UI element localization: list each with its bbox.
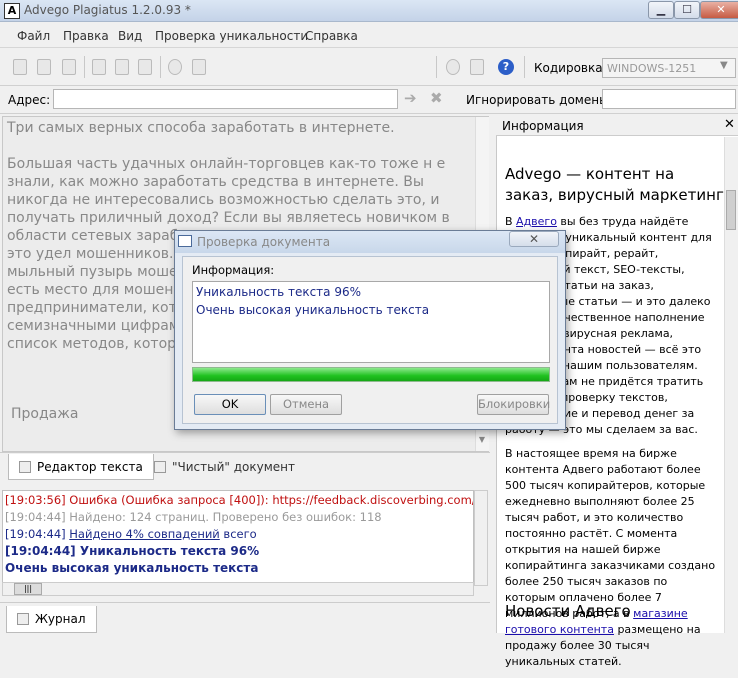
scroll-down-icon[interactable]: ▼ bbox=[475, 435, 489, 449]
clear-x-icon[interactable]: ✖ bbox=[430, 89, 443, 107]
log-text: Очень высокая уникальность текста bbox=[5, 561, 259, 575]
blocks-button[interactable]: Блокировки bbox=[477, 394, 550, 415]
dialog-result-line: Уникальность текста 96% bbox=[196, 285, 362, 299]
scroll-thumb[interactable] bbox=[726, 190, 736, 230]
menu-help[interactable]: Справка bbox=[305, 29, 358, 43]
encoding-label: Кодировка: bbox=[534, 61, 607, 75]
toolbar-separator bbox=[524, 56, 525, 78]
check-uniqueness-icon[interactable] bbox=[168, 59, 182, 75]
menu-view[interactable]: Вид bbox=[118, 29, 142, 43]
lock-icon[interactable] bbox=[470, 59, 484, 75]
log-line: [19:04:44] Уникальность текста 96% bbox=[5, 544, 259, 558]
ignore-domains-label: Игнорировать домены: bbox=[466, 93, 613, 107]
window-title: Advego Plagiatus 1.2.0.93 * bbox=[24, 3, 191, 17]
cancel-button[interactable]: Отмена bbox=[270, 394, 342, 415]
log-horizontal-scrollbar[interactable] bbox=[2, 582, 474, 596]
log-text: Уникальность текста 96% bbox=[75, 544, 260, 558]
log-vertical-scrollbar[interactable] bbox=[474, 490, 488, 586]
editor-tab-bar: Редактор текста "Чистый" документ bbox=[0, 452, 490, 482]
tab-journal[interactable]: Журнал bbox=[6, 606, 97, 633]
app-logo-icon: A bbox=[4, 3, 20, 19]
info-panel-title: Информация bbox=[502, 119, 584, 133]
text: В настоящее время на бирже контента Адве… bbox=[505, 447, 716, 620]
log-line: [19:04:44] Найдено 4% совпадений всего bbox=[5, 527, 257, 541]
advego-link[interactable]: Адвего bbox=[516, 215, 557, 228]
toolbar-separator bbox=[84, 56, 85, 78]
log-text: Найдено: 124 страниц. Проверено без ошиб… bbox=[65, 510, 382, 524]
toolbar-separator bbox=[160, 56, 161, 78]
save-icon[interactable] bbox=[62, 59, 76, 75]
deep-check-icon[interactable] bbox=[192, 59, 206, 75]
dialog-info-label: Информация: bbox=[192, 263, 275, 277]
open-html-icon[interactable] bbox=[37, 59, 51, 75]
text: В bbox=[505, 215, 517, 228]
paste-icon[interactable] bbox=[138, 59, 152, 75]
close-window-button[interactable]: ✕ bbox=[700, 1, 738, 19]
log-timestamp: [19:04:44] bbox=[5, 544, 76, 558]
settings-gear-icon[interactable] bbox=[446, 59, 460, 75]
log-line: Очень высокая уникальность текста bbox=[5, 561, 258, 575]
info-heading: Advego — контент на заказ, вирусный марк… bbox=[505, 165, 724, 204]
dialog-result-line: Очень высокая уникальность текста bbox=[196, 303, 430, 317]
tab-text-editor[interactable]: Редактор текста bbox=[8, 454, 154, 480]
copy-icon[interactable] bbox=[115, 59, 129, 75]
log-timestamp: [19:03:56] bbox=[5, 493, 66, 507]
log-line: [19:03:56] Ошибка (Ошибка запроса [400])… bbox=[5, 493, 474, 507]
matches-link[interactable]: Найдено 4% совпадений bbox=[69, 527, 220, 541]
menu-edit[interactable]: Правка bbox=[63, 29, 109, 43]
log-text: Ошибка (Ошибка запроса [400]): https://f… bbox=[65, 493, 474, 507]
editor-paragraph: Три самых верных способа заработать в ин… bbox=[7, 120, 395, 136]
address-input[interactable] bbox=[53, 89, 398, 109]
journal-icon bbox=[17, 613, 29, 625]
encoding-select[interactable]: WINDOWS-1251 bbox=[602, 58, 736, 78]
info-news-heading: Новости Адвего bbox=[505, 602, 631, 620]
menu-uniqueness-check[interactable]: Проверка уникальности bbox=[155, 29, 308, 43]
menu-bar: Файл Правка Вид Проверка уникальности Сп… bbox=[0, 22, 738, 48]
log-timestamp: [19:04:44] bbox=[5, 510, 66, 524]
address-label: Адрес: bbox=[8, 93, 51, 107]
log-text: всего bbox=[219, 527, 257, 541]
brush-icon bbox=[154, 461, 166, 473]
window-icon bbox=[178, 235, 192, 247]
editor-paragraph: Продажа bbox=[11, 406, 79, 422]
tab-label: Редактор текста bbox=[37, 460, 143, 474]
cut-icon[interactable] bbox=[92, 59, 106, 75]
dialog-close-button[interactable]: ✕ bbox=[509, 231, 559, 247]
ok-button[interactable]: OK bbox=[194, 394, 266, 415]
log-line: [19:04:44] Найдено: 124 страниц. Провере… bbox=[5, 510, 382, 524]
chevron-down-icon[interactable]: ▼ bbox=[720, 60, 728, 71]
info-paragraph: В настоящее время на бирже контента Адве… bbox=[505, 446, 717, 670]
maximize-button[interactable]: ☐ bbox=[674, 1, 700, 19]
document-icon bbox=[19, 461, 31, 473]
toolbar-separator bbox=[436, 56, 437, 78]
progress-bar-fill bbox=[193, 368, 549, 381]
ignore-domains-input[interactable] bbox=[602, 89, 736, 109]
dialog-title: Проверка документа bbox=[197, 235, 331, 249]
arrow-right-icon[interactable]: ➔ bbox=[404, 89, 417, 107]
tab-label: Журнал bbox=[35, 612, 86, 626]
tab-label: "Чистый" документ bbox=[172, 460, 295, 474]
menu-file[interactable]: Файл bbox=[17, 29, 50, 43]
new-document-icon[interactable] bbox=[13, 59, 27, 75]
tab-clean-document[interactable]: "Чистый" документ bbox=[144, 454, 305, 480]
log-timestamp: [19:04:44] bbox=[5, 527, 70, 541]
log-panel[interactable]: [19:03:56] Ошибка (Ошибка запроса [400])… bbox=[2, 490, 474, 586]
scroll-thumb[interactable]: ||| bbox=[14, 583, 42, 595]
help-icon[interactable]: ? bbox=[498, 59, 514, 75]
minimize-button[interactable]: ▁ bbox=[648, 1, 674, 19]
close-icon[interactable]: ✕ bbox=[724, 117, 735, 132]
